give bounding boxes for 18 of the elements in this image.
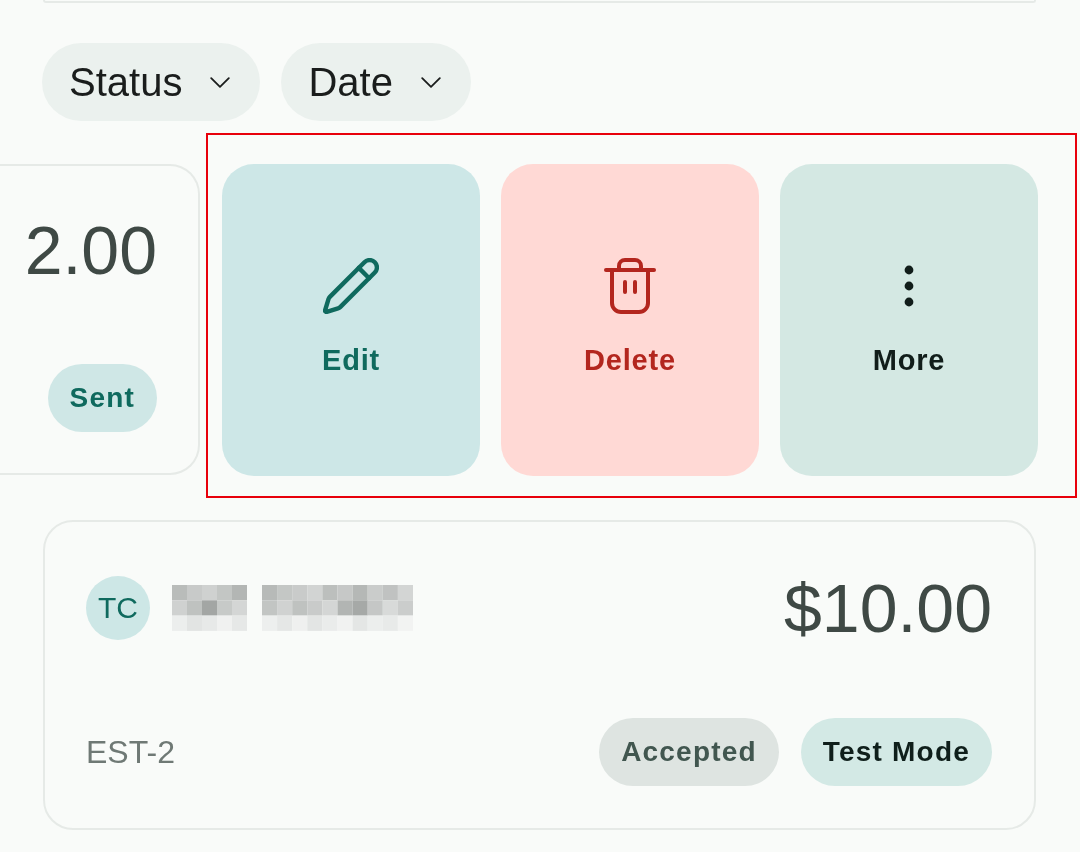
trash-icon — [604, 258, 656, 314]
vertical-dots-icon — [904, 265, 914, 307]
filter-chip[interactable]: Date — [281, 43, 471, 121]
edit-button[interactable]: Edit — [222, 164, 480, 476]
estimate-card[interactable]: TC $10.00 EST-2 Accepted Test Mode — [43, 520, 1036, 830]
chevron-down-icon — [210, 76, 231, 88]
pencil-icon — [323, 258, 379, 314]
status-badge: Sent — [47, 364, 157, 432]
delete-button[interactable]: Delete — [501, 164, 759, 476]
mode-badge: Test Mode — [800, 718, 992, 786]
filter-chip[interactable]: Status — [42, 43, 261, 121]
status-badge: Accepted — [599, 718, 779, 786]
chevron-down-icon — [420, 76, 441, 88]
avatar-initials: TC — [86, 576, 150, 640]
more-button[interactable]: More — [780, 164, 1038, 476]
amount-text: 2.00 — [24, 215, 157, 285]
estimate-number: EST-2 — [86, 733, 175, 771]
amount-text: $10.00 — [784, 573, 992, 643]
